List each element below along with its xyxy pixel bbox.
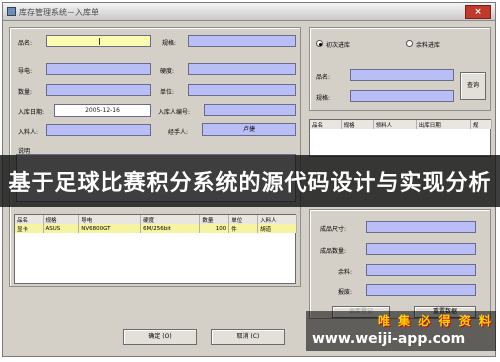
query-button[interactable]: 查询 [460,72,486,100]
column-header[interactable]: 单位 [228,215,259,224]
spec-input[interactable] [188,35,296,47]
table-row[interactable]: 显卡 ASUS NV6800GT 6M/256bit 100 件 胡道 [15,224,297,233]
column-header[interactable]: 硬度 [140,215,201,224]
hardness-label: 硬度: [160,68,175,75]
table-header-row: 品名 规格 导电 硬度 数量 单位 入料人 [15,215,297,224]
title-bar: 库存管理系统－入库单 × [3,3,495,21]
column-header[interactable]: 领料人 [373,120,417,129]
radio-surplus-label: 余料进库 [416,42,441,49]
query-name-input[interactable] [350,69,454,81]
window-title: 库存管理系统－入库单 [19,8,99,17]
scrap-label: 报废: [338,289,353,296]
app-icon [7,7,16,16]
headline-text: 基于足球比赛积分系统的源代码设计与实现分析 [8,171,492,196]
unit-input[interactable] [188,84,296,96]
conductor-label: 导电: [18,68,33,75]
name-input[interactable] [46,35,151,47]
count-label: 成品数量: [320,248,347,255]
column-header[interactable]: 规格 [43,215,80,224]
radio-surplus-stock[interactable] [406,40,413,47]
handler-input[interactable]: 卢捷 [202,123,296,136]
column-header[interactable]: 品名 [310,120,342,129]
column-header[interactable]: 出库日期 [416,120,471,129]
table-cell: ASUS [43,224,80,233]
table-cell: 显卡 [15,224,44,233]
unit-label: 单位: [160,89,175,96]
cancel-button[interactable]: 取消 (C) [211,329,285,345]
stock-table: 品名 规格 导电 硬度 数量 单位 入料人 显卡 ASUS NV6800GT 6… [14,214,297,284]
surplus-label: 余料: [338,269,353,276]
person-no-input[interactable] [204,104,296,116]
text-cursor [99,38,100,45]
outbound-panel: 成品尺寸: 成品数量: 余料: 报废: 出库登记 重置数据 [309,209,491,319]
column-header[interactable]: 规格 [341,120,374,129]
table-cell: 胡道 [257,224,297,233]
stocker-input[interactable] [46,124,151,136]
column-header[interactable]: 品名 [15,215,44,224]
table-cell: NV6800GT [78,224,142,233]
handler-label: 经手人: [168,129,189,136]
quantity-label: 数量: [18,89,33,96]
close-button[interactable]: × [465,5,491,19]
person-no-label: 入库人编号: [158,109,191,116]
size-label: 成品尺寸: [320,226,347,233]
spec-label: 规格: [162,40,177,47]
watermark-url: www.weiji-app.com [312,331,466,347]
date-input[interactable]: 2005-12-16 [54,104,151,117]
name-label: 品名: [18,40,33,47]
query-spec-input[interactable] [350,90,454,102]
table-cell: 100 [199,224,230,233]
date-label: 入库日期: [18,109,45,116]
column-header[interactable]: 入料人 [257,215,297,224]
scrap-input[interactable] [366,284,476,296]
column-header[interactable]: 导电 [78,215,142,224]
radio-first-label: 初次进库 [326,42,351,49]
surplus-input[interactable] [366,264,476,276]
size-input[interactable] [366,221,476,233]
watermark-logo: 唯 集 必 得 资 料 [378,314,493,328]
query-spec-label: 规格: [316,95,331,102]
table-cell: 件 [228,224,259,233]
ok-button[interactable]: 确定 (O) [123,329,197,345]
hardness-input[interactable] [188,63,296,75]
radio-first-stock[interactable] [316,40,323,47]
query-result-table: 品名 规格 领料人 出库日期 规 [309,119,493,157]
count-input[interactable] [366,243,476,255]
query-name-label: 品名: [316,74,331,81]
query-panel: 初次进库 余料进库 品名: 规格: 查询 [309,27,491,111]
table-cell: 6M/256bit [140,224,201,233]
column-header[interactable]: 规 [470,120,493,129]
conductor-input[interactable] [46,63,151,75]
stocker-label: 入料人: [18,129,39,136]
table-header-row: 品名 规格 领料人 出库日期 规 [310,120,493,129]
quantity-input[interactable] [46,84,151,96]
column-header[interactable]: 数量 [199,215,230,224]
